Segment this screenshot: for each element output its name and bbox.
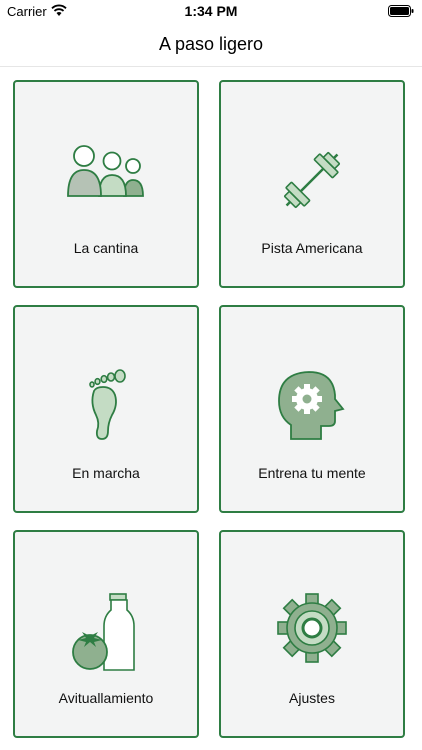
tile-la-cantina[interactable]: La cantina xyxy=(13,80,199,288)
battery-icon xyxy=(388,5,414,17)
tile-pista-americana[interactable]: Pista Americana xyxy=(219,80,405,288)
status-bar: Carrier 1:34 PM xyxy=(0,0,422,22)
page-title: A paso ligero xyxy=(158,34,264,54)
tile-label: Entrena tu mente xyxy=(258,465,366,481)
tile-label: En marcha xyxy=(72,465,140,481)
tile-label: La cantina xyxy=(73,240,139,256)
footprint-icon xyxy=(89,369,126,440)
menu-grid: La cantina Pista Americana En marcha Ent… xyxy=(0,80,422,745)
tile-entrena-tu-mente[interactable]: Entrena tu mente xyxy=(219,305,405,513)
navigation-bar: A paso ligero xyxy=(0,22,422,67)
people-icon xyxy=(67,145,144,197)
head-gear-icon xyxy=(278,371,345,440)
gear-icon xyxy=(277,593,347,663)
tile-label: Ajustes xyxy=(289,690,335,706)
status-time: 1:34 PM xyxy=(184,3,238,19)
dumbbell-icon xyxy=(284,152,340,208)
tile-ajustes[interactable]: Ajustes xyxy=(219,530,405,738)
tile-label: Avituallamiento xyxy=(58,690,154,706)
tile-avituallamiento[interactable]: Avituallamiento xyxy=(13,530,199,738)
tomato-milk-icon xyxy=(72,593,135,671)
tile-label: Pista Americana xyxy=(261,240,363,256)
tile-en-marcha[interactable]: En marcha xyxy=(13,305,199,513)
